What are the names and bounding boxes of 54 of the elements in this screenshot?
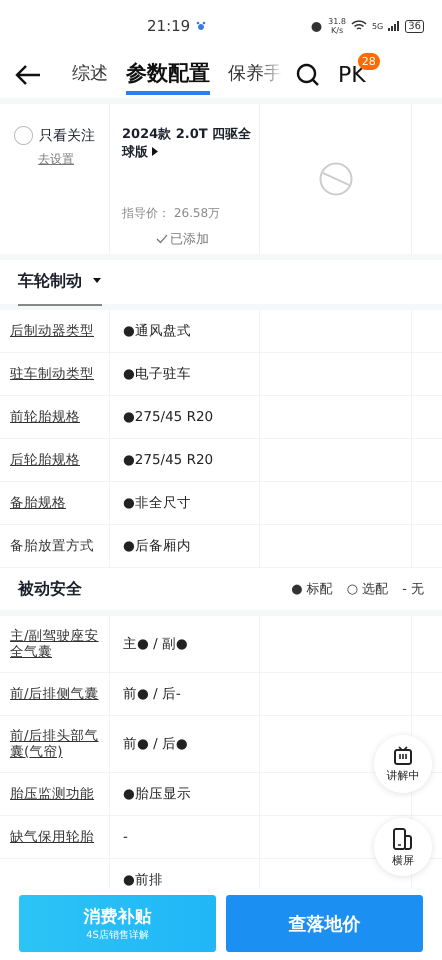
prohibited-icon xyxy=(318,162,352,196)
param-label[interactable]: 前/后排侧气囊 xyxy=(0,673,110,715)
category-dropdown[interactable]: 车轮制动 xyxy=(18,258,102,306)
param-value: ●通风盘式 xyxy=(110,310,260,352)
param-value: ●后备厢内 xyxy=(110,525,260,567)
floating-button[interactable]: 横屏 xyxy=(374,818,432,876)
floating-button[interactable]: 讲解中 xyxy=(374,735,432,793)
follow-radio[interactable] xyxy=(14,126,33,145)
param-value: ●275/45 R20 xyxy=(110,439,260,481)
added-toggle[interactable]: 已添加 xyxy=(156,230,253,248)
param-value: ●电子驻车 xyxy=(110,353,260,395)
nav-tab[interactable]: 保养手 xyxy=(228,57,282,93)
param-value: ●275/45 R20 xyxy=(110,396,260,438)
battery-level: 36 xyxy=(405,20,424,32)
legend-item: ● 标配 xyxy=(291,581,333,598)
param-value: ●胎压显示 xyxy=(110,773,260,815)
wifi-icon xyxy=(350,20,367,32)
param-label[interactable]: 备胎规格 xyxy=(0,482,110,524)
param-value: - xyxy=(110,816,260,858)
check-icon xyxy=(156,234,168,244)
guide-price: 指导价： 26.58万 xyxy=(122,205,222,222)
param-label[interactable]: 主/副驾驶座安全气囊 xyxy=(0,616,110,672)
paw-icon xyxy=(196,20,206,32)
legend-item: - 无 xyxy=(402,581,424,598)
car-model-name[interactable]: 2024款 2.0T 四驱全球版 xyxy=(122,126,253,162)
settings-link[interactable]: 去设置 xyxy=(38,151,97,168)
section-title: 被动安全 xyxy=(18,578,82,600)
param-label[interactable]: 后制动器类型 xyxy=(0,310,110,352)
signal-icon xyxy=(388,20,400,32)
status-time: 21:19 xyxy=(147,17,190,35)
nav-tab[interactable]: 综述 xyxy=(72,57,108,93)
follow-label: 只看关注 xyxy=(39,126,95,144)
network-speed: 31.8 K/s xyxy=(328,17,346,35)
param-label[interactable]: 胎压监测功能 xyxy=(0,773,110,815)
param-label[interactable]: 前轮胎规格 xyxy=(0,396,110,438)
count-badge: 28 xyxy=(358,52,380,70)
nav-tab[interactable]: 参数配置 xyxy=(126,55,210,95)
param-label[interactable]: 缺气保用轮胎 xyxy=(0,816,110,858)
phone-rotate-icon xyxy=(391,826,415,850)
network-type: 5G xyxy=(372,22,384,30)
param-label[interactable]: 驻车制动类型 xyxy=(0,353,110,395)
caret-icon xyxy=(152,147,158,156)
param-value: 前● / 后- xyxy=(110,673,260,715)
param-label[interactable]: 后轮胎规格 xyxy=(0,439,110,481)
param-value: ●非全尺寸 xyxy=(110,482,260,524)
back-button[interactable] xyxy=(14,63,42,87)
search-button[interactable] xyxy=(296,63,320,87)
param-label[interactable]: 前/后排头部气囊(气帘) xyxy=(0,716,110,772)
caret-down-icon xyxy=(92,278,102,284)
tv-icon xyxy=(393,746,413,766)
legend-item: ○ 选配 xyxy=(346,581,388,598)
param-value: 前● / 后● xyxy=(110,716,260,772)
param-label: 备胎放置方式 xyxy=(0,525,110,567)
param-value: 主● / 副● xyxy=(110,616,260,672)
